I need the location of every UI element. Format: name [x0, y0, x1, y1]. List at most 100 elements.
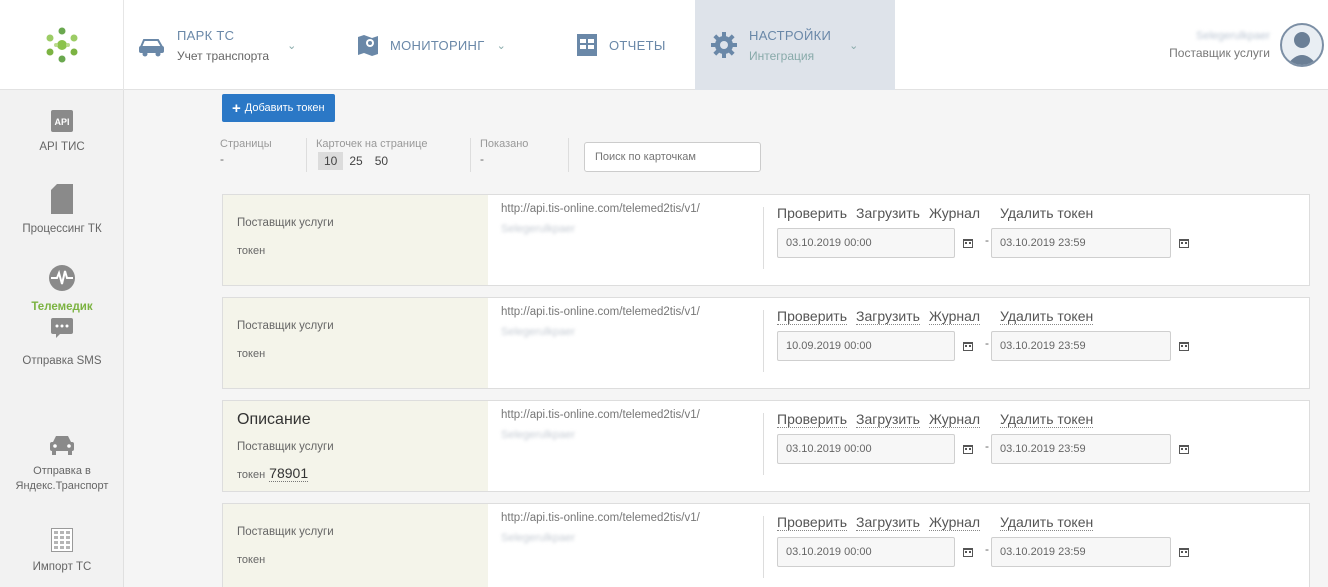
- avatar[interactable]: [1280, 23, 1324, 67]
- heartbeat-icon: [0, 264, 124, 292]
- check-button[interactable]: Проверить: [777, 205, 847, 221]
- check-button[interactable]: Проверить: [777, 308, 848, 325]
- blurred-token: Selegerulkpaer: [501, 429, 575, 441]
- nav-monitoring-title: МОНИТОРИНГ: [390, 37, 485, 53]
- shown-info: Показано -: [480, 138, 528, 166]
- date-to-input[interactable]: 03.10.2019 23:59: [991, 331, 1171, 361]
- sidebar-item-label: Телемедик: [31, 301, 93, 313]
- sidebar-item-telemedic[interactable]: Телемедик: [0, 264, 124, 315]
- per-page-option[interactable]: 10: [318, 152, 344, 170]
- sidebar-item-import[interactable]: Импорт ТС: [0, 528, 124, 575]
- token-label: токен: [237, 348, 266, 360]
- journal-button[interactable]: Журнал: [928, 411, 981, 428]
- date-from-input[interactable]: 03.10.2019 00:00: [777, 228, 955, 258]
- token-label: токен: [237, 245, 266, 257]
- sidebar-item-processing[interactable]: Процессинг ТК: [0, 184, 124, 237]
- nav-monitoring[interactable]: МОНИТОРИНГ ⌄: [356, 0, 506, 90]
- logo[interactable]: [0, 0, 124, 90]
- main-content: + Добавить токен Страницы - Карточек на …: [124, 90, 1328, 587]
- card-actions: Проверить Загрузить Журнал Удалить токен: [777, 308, 1102, 325]
- user-menu[interactable]: Selegerulkpaer Поставщик услуги: [1169, 0, 1328, 90]
- calendar-icon[interactable]: [1169, 228, 1199, 258]
- card-icon: [0, 184, 124, 214]
- calendar-icon[interactable]: [953, 228, 983, 258]
- load-button[interactable]: Загрузить: [856, 514, 920, 531]
- sidebar-item-label: Импорт ТС: [32, 561, 92, 573]
- journal-button[interactable]: Журнал: [929, 205, 980, 221]
- load-button[interactable]: Загрузить: [856, 205, 920, 221]
- load-button[interactable]: Загрузить: [856, 308, 920, 325]
- nav-settings-title: НАСТРОЙКИ: [749, 27, 832, 43]
- date-separator: -: [985, 336, 989, 350]
- journal-button[interactable]: Журнал: [928, 308, 981, 325]
- per-page-option[interactable]: 25: [343, 152, 368, 170]
- date-from-input[interactable]: 10.09.2019 00:00: [777, 331, 955, 361]
- api-url: http://api.tis-online.com/telemed2tis/v1…: [501, 512, 700, 524]
- token-label: токен: [237, 554, 266, 566]
- calendar-icon[interactable]: [953, 537, 983, 567]
- sidebar: API API ТИС Процессинг ТК Телемедик Отпр…: [0, 90, 124, 587]
- token-card: Поставщик услуги токен http://api.tis-on…: [222, 503, 1310, 587]
- token-card-info: Поставщик услуги токен: [223, 195, 488, 285]
- date-separator: -: [985, 233, 989, 247]
- sidebar-item-label: Отправка SMS: [22, 355, 102, 367]
- nav-park[interactable]: ПАРК ТС Учет транспорта ⌄: [137, 0, 296, 90]
- calendar-icon[interactable]: [1169, 434, 1199, 464]
- shown-value: -: [480, 152, 484, 166]
- delete-token-button[interactable]: Удалить токен: [1000, 411, 1094, 428]
- token-card-info: Описание Поставщик услуги токен 78901: [223, 401, 488, 491]
- shown-label: Показано: [480, 138, 529, 150]
- pages-label: Страницы: [220, 138, 272, 150]
- api-icon: API: [0, 110, 124, 132]
- nav-settings[interactable]: НАСТРОЙКИ Интеграция ⌄: [695, 0, 895, 90]
- token-label: токен: [237, 469, 266, 481]
- card-actions: Проверить Загрузить Журнал Удалить токен: [777, 411, 1102, 428]
- nav-reports[interactable]: ОТЧЕТЫ: [575, 0, 666, 90]
- chevron-down-icon: ⌄: [496, 39, 506, 52]
- sidebar-item-api[interactable]: API API ТИС: [0, 110, 124, 155]
- date-separator: -: [985, 439, 989, 453]
- date-to-input[interactable]: 03.10.2019 23:59: [991, 434, 1171, 464]
- sidebar-item-label: Процессинг ТК: [22, 223, 102, 235]
- add-token-button[interactable]: + Добавить токен: [222, 94, 335, 122]
- blurred-token: Selegerulkpaer: [501, 326, 575, 338]
- sidebar-item-yandex[interactable]: Отправка в Яндекс.Транспорт: [0, 434, 124, 494]
- calendar-icon[interactable]: [953, 434, 983, 464]
- delete-token-button[interactable]: Удалить токен: [1000, 308, 1094, 325]
- sidebar-item-label: Отправка в Яндекс.Транспорт: [15, 465, 109, 492]
- logo-icon: [46, 27, 77, 63]
- car-icon: [137, 33, 167, 57]
- api-url: http://api.tis-online.com/telemed2tis/v1…: [501, 409, 700, 421]
- api-url: http://api.tis-online.com/telemed2tis/v1…: [501, 306, 700, 318]
- check-button[interactable]: Проверить: [777, 514, 848, 531]
- per-page-option[interactable]: 50: [369, 152, 394, 170]
- report-icon: [575, 32, 599, 58]
- plus-icon: +: [232, 99, 241, 117]
- top-header: ПАРК ТС Учет транспорта ⌄ МОНИТОРИНГ ⌄ О…: [0, 0, 1328, 90]
- sidebar-item-sms[interactable]: Отправка SMS: [0, 318, 124, 369]
- divider: [763, 310, 764, 372]
- date-from-input[interactable]: 03.10.2019 00:00: [777, 434, 955, 464]
- calendar-icon[interactable]: [953, 331, 983, 361]
- date-to-input[interactable]: 03.10.2019 23:59: [991, 537, 1171, 567]
- token-card: Поставщик услуги токен http://api.tis-on…: [222, 297, 1310, 389]
- date-from-input[interactable]: 03.10.2019 00:00: [777, 537, 955, 567]
- date-separator: -: [985, 542, 989, 556]
- token-value[interactable]: 78901: [269, 465, 309, 482]
- provider-label: Поставщик услуги: [237, 217, 334, 229]
- import-table-icon: [0, 528, 124, 552]
- check-button[interactable]: Проверить: [777, 411, 848, 428]
- delete-token-button[interactable]: Удалить токен: [1000, 514, 1094, 531]
- divider: [763, 207, 764, 269]
- calendar-icon[interactable]: [1169, 537, 1199, 567]
- journal-button[interactable]: Журнал: [928, 514, 981, 531]
- search-input[interactable]: [584, 142, 761, 172]
- user-role: Поставщик услуги: [1169, 46, 1270, 60]
- date-to-input[interactable]: 03.10.2019 23:59: [991, 228, 1171, 258]
- blurred-token: Selegerulkpaer: [501, 223, 575, 235]
- calendar-icon[interactable]: [1169, 331, 1199, 361]
- delete-token-button[interactable]: Удалить токен: [1000, 205, 1093, 221]
- load-button[interactable]: Загрузить: [856, 411, 920, 428]
- blurred-token: Selegerulkpaer: [501, 532, 575, 544]
- provider-label: Поставщик услуги: [237, 441, 334, 453]
